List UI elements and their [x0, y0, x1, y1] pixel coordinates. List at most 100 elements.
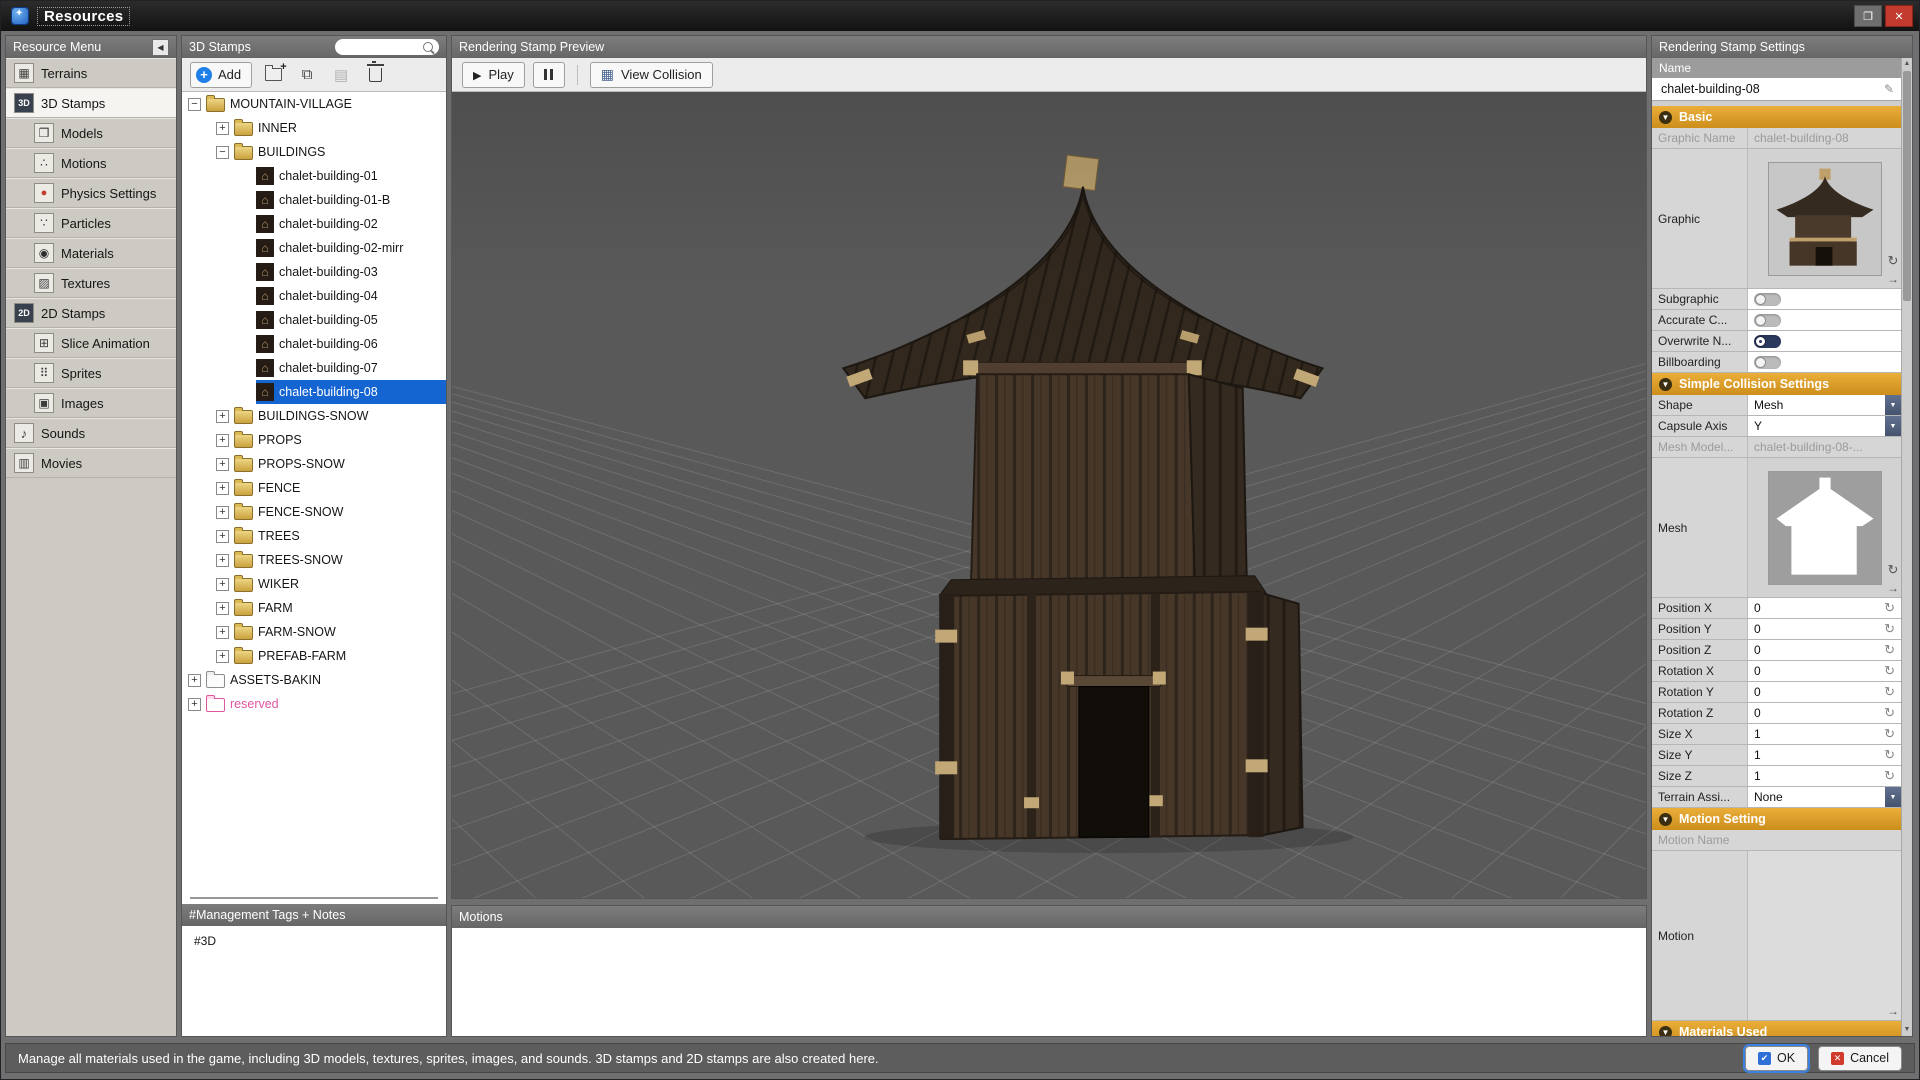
view-collision-button[interactable]: View Collision	[590, 62, 713, 88]
name-input[interactable]	[1659, 81, 1880, 97]
expand-icon[interactable]: +	[216, 602, 229, 615]
expand-icon[interactable]: +	[188, 674, 201, 687]
tree-item-chalet-building-01[interactable]: chalet-building-01	[182, 164, 446, 188]
tree-item-buildings[interactable]: −BUILDINGS	[182, 140, 446, 164]
reset-spinner-icon[interactable]	[1884, 600, 1895, 616]
toggle-overwrite-n[interactable]	[1754, 335, 1781, 348]
size-y-input[interactable]: 1	[1748, 745, 1901, 765]
add-stamp-button[interactable]: Add	[190, 62, 252, 88]
expand-icon[interactable]: +	[216, 578, 229, 591]
tree-item-trees-snow[interactable]: +TREES-SNOW	[182, 548, 446, 572]
rotation-z-input[interactable]: 0	[1748, 703, 1901, 723]
reset-spinner-icon[interactable]	[1884, 747, 1895, 763]
reset-spinner-icon[interactable]	[1884, 684, 1895, 700]
expand-icon[interactable]: +	[216, 626, 229, 639]
motion-section-header[interactable]: Motion Setting	[1652, 808, 1901, 830]
tree-item-trees[interactable]: +TREES	[182, 524, 446, 548]
toggle-billboarding[interactable]	[1754, 356, 1781, 369]
tree-item-buildings-snow[interactable]: +BUILDINGS-SNOW	[182, 404, 446, 428]
expand-icon[interactable]: +	[216, 122, 229, 135]
shape-dropdown-button[interactable]	[1885, 395, 1901, 415]
expand-icon[interactable]: +	[188, 698, 201, 711]
viewport-canvas[interactable]	[452, 92, 1646, 898]
sidebar-item-3d-stamps[interactable]: 3D3D Stamps	[6, 88, 176, 118]
expand-icon[interactable]: +	[216, 458, 229, 471]
expand-icon[interactable]: +	[216, 530, 229, 543]
position-z-input[interactable]: 0	[1748, 640, 1901, 660]
sidebar-item-physics-settings[interactable]: ●Physics Settings	[6, 178, 176, 208]
expand-icon[interactable]: +	[216, 434, 229, 447]
apply-arrow-icon[interactable]	[1887, 1004, 1899, 1018]
materials-section-header[interactable]: Materials Used	[1652, 1021, 1901, 1036]
apply-arrow-icon[interactable]	[1887, 581, 1899, 595]
sidebar-item-materials[interactable]: ◉Materials	[6, 238, 176, 268]
scroll-down-button[interactable]: ▼	[1902, 1024, 1912, 1036]
play-button[interactable]: Play	[462, 62, 525, 88]
tree-item-fence-snow[interactable]: +FENCE-SNOW	[182, 500, 446, 524]
sidebar-item-2d-stamps[interactable]: 2D2D Stamps	[6, 298, 176, 328]
tree-item-chalet-building-08[interactable]: chalet-building-08	[182, 380, 446, 404]
expand-icon[interactable]: +	[216, 554, 229, 567]
tree-item-farm[interactable]: +FARM	[182, 596, 446, 620]
size-x-input[interactable]: 1	[1748, 724, 1901, 744]
tree-item-chalet-building-03[interactable]: chalet-building-03	[182, 260, 446, 284]
scroll-track[interactable]	[1902, 70, 1912, 1024]
terrain-dropdown-button[interactable]	[1885, 787, 1901, 807]
sidebar-item-textures[interactable]: ▨Textures	[6, 268, 176, 298]
basic-section-header[interactable]: Basic	[1652, 106, 1901, 128]
reset-spinner-icon[interactable]	[1884, 621, 1895, 637]
duplicate-button[interactable]	[294, 63, 320, 87]
close-window-button[interactable]	[1885, 5, 1913, 27]
scroll-thumb[interactable]	[1903, 71, 1911, 301]
tree-item-props-snow[interactable]: +PROPS-SNOW	[182, 452, 446, 476]
reset-spinner-icon[interactable]	[1884, 726, 1895, 742]
titlebar[interactable]: Resources	[1, 1, 1919, 31]
fit-view-icon[interactable]	[1888, 253, 1899, 269]
sidebar-item-sprites[interactable]: ⠿Sprites	[6, 358, 176, 388]
toggle-subgraphic[interactable]	[1754, 293, 1781, 306]
collapse-icon[interactable]: −	[188, 98, 201, 111]
fit-view-icon[interactable]	[1888, 562, 1899, 578]
add-folder-button[interactable]	[260, 63, 286, 87]
position-x-input[interactable]: 0	[1748, 598, 1901, 618]
save-button[interactable]	[328, 63, 354, 87]
sidebar-item-motions[interactable]: ∴Motions	[6, 148, 176, 178]
sidebar-item-particles[interactable]: ∵Particles	[6, 208, 176, 238]
search-input[interactable]	[341, 40, 419, 54]
sidebar-item-movies[interactable]: ▥Movies	[6, 448, 176, 478]
expand-icon[interactable]: +	[216, 506, 229, 519]
reset-spinner-icon[interactable]	[1884, 705, 1895, 721]
position-y-input[interactable]: 0	[1748, 619, 1901, 639]
collapse-icon[interactable]: −	[216, 146, 229, 159]
restore-window-button[interactable]	[1854, 5, 1882, 27]
ok-button[interactable]: OK	[1745, 1046, 1808, 1071]
tree-item-farm-snow[interactable]: +FARM-SNOW	[182, 620, 446, 644]
tree-item-mountain-village[interactable]: −MOUNTAIN-VILLAGE	[182, 92, 446, 116]
tree-item-inner[interactable]: +INNER	[182, 116, 446, 140]
expand-icon[interactable]: +	[216, 410, 229, 423]
sidebar-item-slice-animation[interactable]: ⊞Slice Animation	[6, 328, 176, 358]
tree-item-chalet-building-07[interactable]: chalet-building-07	[182, 356, 446, 380]
tags-notes-area[interactable]: #3D	[182, 926, 446, 1036]
tree-item-prefab-farm[interactable]: +PREFAB-FARM	[182, 644, 446, 668]
sidebar-item-sounds[interactable]: ♪Sounds	[6, 418, 176, 448]
collapse-sidebar-button[interactable]	[152, 39, 169, 56]
rotation-x-input[interactable]: 0	[1748, 661, 1901, 681]
sidebar-item-terrains[interactable]: ▦Terrains	[6, 58, 176, 88]
tree-item-reserved[interactable]: +reserved	[182, 692, 446, 716]
rotation-y-input[interactable]: 0	[1748, 682, 1901, 702]
edit-name-icon[interactable]	[1884, 82, 1894, 96]
collision-section-header[interactable]: Simple Collision Settings	[1652, 373, 1901, 395]
tree-item-fence[interactable]: +FENCE	[182, 476, 446, 500]
tree-item-chalet-building-06[interactable]: chalet-building-06	[182, 332, 446, 356]
delete-button[interactable]	[362, 63, 388, 87]
tree-item-chalet-building-02-mirr[interactable]: chalet-building-02-mirr	[182, 236, 446, 260]
reset-spinner-icon[interactable]	[1884, 642, 1895, 658]
cancel-button[interactable]: Cancel	[1818, 1046, 1902, 1071]
expand-icon[interactable]: +	[216, 482, 229, 495]
tree-item-chalet-building-05[interactable]: chalet-building-05	[182, 308, 446, 332]
tree-item-assets-bakin[interactable]: +ASSETS-BAKIN	[182, 668, 446, 692]
mesh-thumbnail[interactable]	[1768, 471, 1882, 585]
graphic-thumbnail[interactable]	[1768, 162, 1882, 276]
tree-splitter[interactable]	[182, 892, 446, 904]
